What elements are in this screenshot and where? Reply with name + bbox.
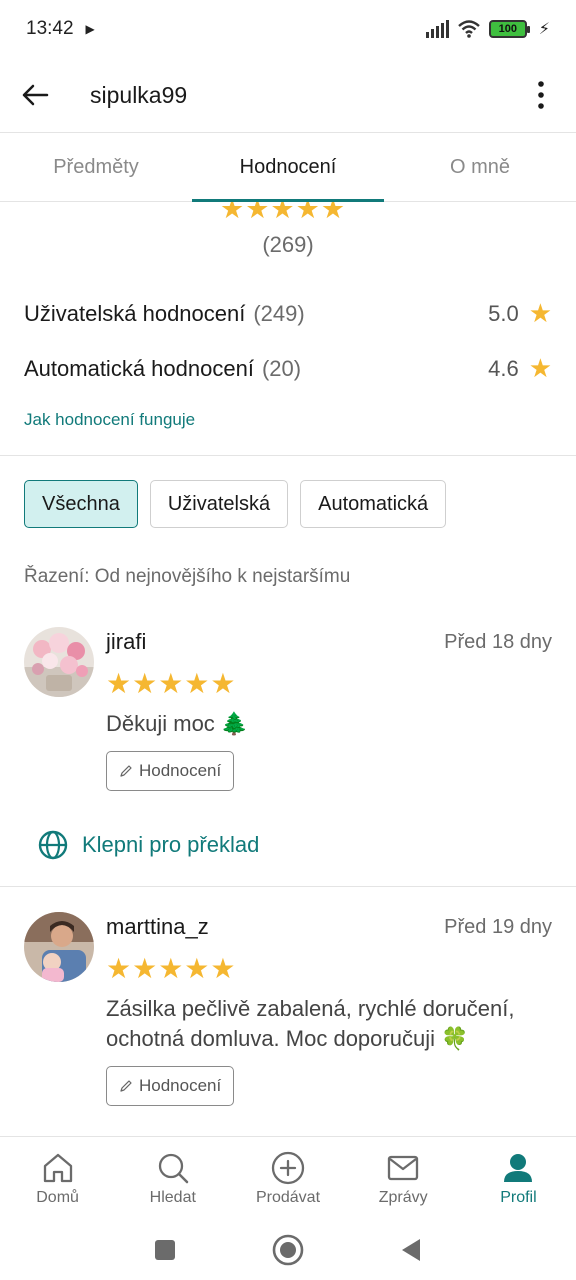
review-text: Zásilka pečlivě zabalená, rychlé doručen… xyxy=(106,996,515,1051)
review-username[interactable]: marttina_z xyxy=(106,914,209,940)
battery-level: 100 xyxy=(498,23,517,35)
translate-button[interactable]: Klepni pro překlad xyxy=(38,830,259,860)
play-icon: ▶ xyxy=(85,22,95,36)
review-type-label: Hodnocení xyxy=(139,1076,222,1095)
review-filters: Všechna Uživatelská Automatická xyxy=(24,480,447,528)
star-icon: ★ xyxy=(528,353,552,383)
star-icon: ★ xyxy=(528,298,552,328)
avatar-image xyxy=(24,627,94,697)
status-indicators: 100 ⚡ xyxy=(425,19,550,39)
status-time: 13:42 xyxy=(26,18,74,39)
profile-tabs: Předměty Hodnocení O mně xyxy=(0,132,576,202)
pencil-icon xyxy=(120,1080,132,1092)
filter-automatic[interactable]: Automatická xyxy=(300,480,447,528)
nav-search[interactable]: Hledat xyxy=(115,1137,230,1220)
signal-icon xyxy=(425,20,449,38)
review-header: jirafi Před 18 dny xyxy=(106,627,552,657)
tab-reviews[interactable]: Hodnocení xyxy=(192,133,384,202)
translate-label: Klepni pro překlad xyxy=(82,832,260,857)
avatar-image xyxy=(24,912,94,982)
mail-icon xyxy=(386,1151,420,1185)
back-button[interactable] xyxy=(20,80,50,110)
back-triangle-icon[interactable] xyxy=(400,1238,422,1262)
arrow-left-icon xyxy=(22,84,49,106)
pencil-icon xyxy=(120,765,132,777)
charging-icon: ⚡ xyxy=(538,21,550,38)
status-bar: 13:42 ▶ 100 ⚡ xyxy=(0,0,576,58)
more-options-button[interactable] xyxy=(526,75,556,115)
user-ratings-row: Uživatelská hodnocení (249) 5.0 ★ xyxy=(24,298,552,329)
nav-home-label: Domů xyxy=(36,1188,79,1206)
recents-icon[interactable] xyxy=(154,1239,176,1261)
page-title: sipulka99 xyxy=(90,81,188,108)
review-type-badge: Hodnocení xyxy=(106,1066,235,1106)
avatar[interactable] xyxy=(24,912,94,982)
filter-all[interactable]: Všechna xyxy=(24,480,138,528)
total-review-count: (269) xyxy=(262,232,314,257)
nav-messages[interactable]: Zprávy xyxy=(346,1137,461,1220)
divider xyxy=(0,886,576,887)
person-icon xyxy=(501,1151,535,1185)
app-header: sipulka99 xyxy=(0,58,576,132)
filter-user[interactable]: Uživatelská xyxy=(149,480,289,528)
nav-home[interactable]: Domů xyxy=(0,1137,115,1220)
bottom-navigation: Domů Hledat Prodávat Zprávy Profil xyxy=(0,1136,576,1220)
auto-ratings-row: Automatická hodnocení (20) 4.6 ★ xyxy=(24,353,552,384)
divider xyxy=(0,455,576,456)
nav-messages-label: Zprávy xyxy=(378,1188,428,1206)
user-ratings-score: 5.0 xyxy=(488,300,519,326)
auto-ratings-label: Automatická hodnocení xyxy=(24,355,254,381)
wifi-icon xyxy=(457,20,480,38)
avatar[interactable] xyxy=(24,627,94,697)
tab-about[interactable]: O mně xyxy=(384,133,576,201)
review-body: marttina_z Před 19 dny ★★★★★ Zásilka peč… xyxy=(106,912,552,1106)
review-type-label: Hodnocení xyxy=(139,761,222,780)
review-header: marttina_z Před 19 dny xyxy=(106,912,552,942)
system-navigation xyxy=(0,1220,576,1280)
nav-search-label: Hledat xyxy=(149,1188,196,1206)
auto-ratings-count: (20) xyxy=(261,355,302,381)
review-username[interactable]: jirafi xyxy=(106,629,146,655)
user-ratings-count: (249) xyxy=(253,300,305,326)
nav-profile[interactable]: Profil xyxy=(461,1137,576,1220)
how-ratings-work-link[interactable]: Jak hodnocení funguje xyxy=(24,410,195,430)
overall-stars: ★★★★★ xyxy=(220,202,347,222)
nav-profile-label: Profil xyxy=(500,1188,537,1206)
home-icon xyxy=(41,1151,75,1185)
review-stars: ★★★★★ xyxy=(106,668,237,699)
review-date: Před 18 dny xyxy=(444,630,552,653)
review-stars: ★★★★★ xyxy=(106,953,237,984)
review-type-badge: Hodnocení xyxy=(106,751,235,791)
search-icon xyxy=(156,1151,190,1185)
review-date: Před 19 dny xyxy=(444,915,552,938)
more-vertical-icon xyxy=(538,81,544,109)
plus-circle-icon xyxy=(271,1151,305,1185)
review-body: jirafi Před 18 dny ★★★★★ Děkuji moc 🌲 Ho… xyxy=(106,627,552,791)
review-text: Děkuji moc 🌲 xyxy=(106,711,249,736)
battery-icon: 100 xyxy=(488,20,530,38)
nav-sell-label: Prodávat xyxy=(255,1188,321,1206)
nav-sell[interactable]: Prodávat xyxy=(230,1137,345,1220)
home-circle-icon[interactable] xyxy=(272,1234,304,1266)
auto-ratings-score: 4.6 xyxy=(488,355,519,381)
user-ratings-label: Uživatelská hodnocení xyxy=(24,300,246,326)
globe-icon xyxy=(38,830,68,860)
sort-order[interactable]: Řazení: Od nejnovějšího k nejstaršímu xyxy=(24,566,350,588)
tab-items[interactable]: Předměty xyxy=(0,133,192,201)
